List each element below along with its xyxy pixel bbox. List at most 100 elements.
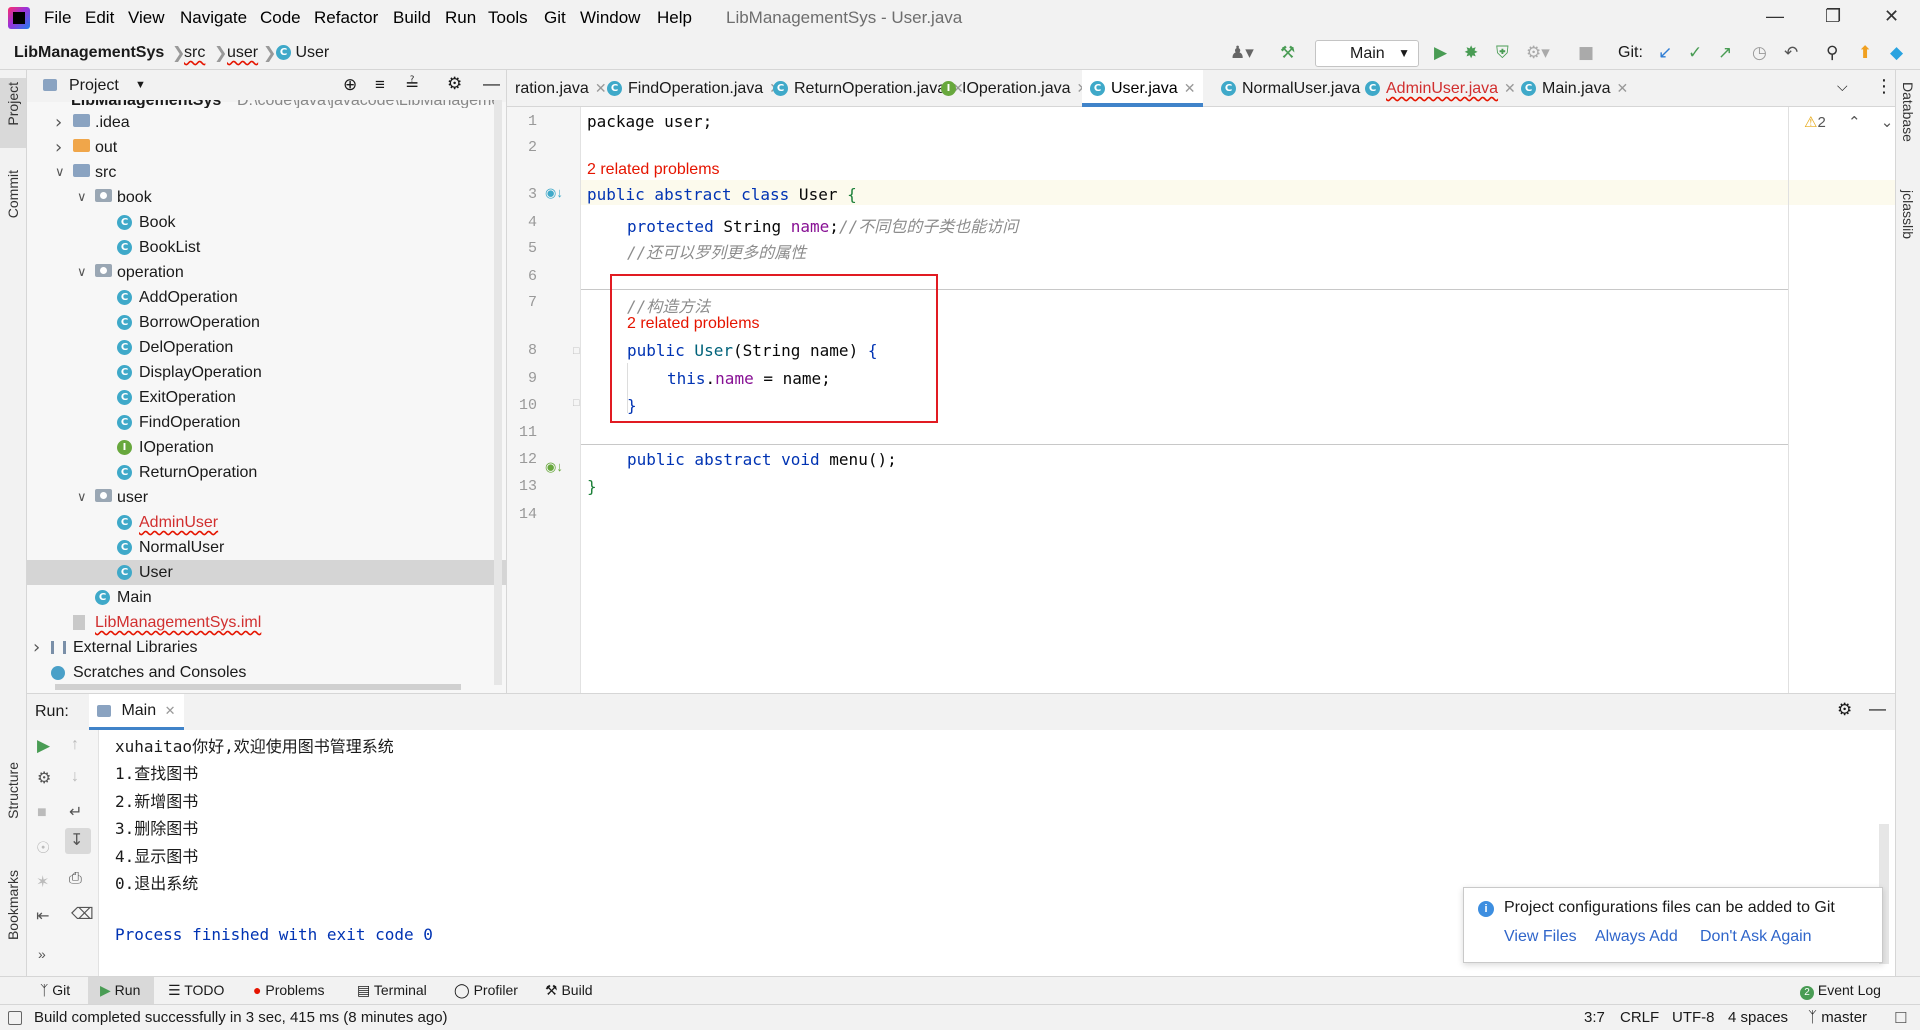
dont-ask-again-link[interactable]: Don't Ask Again bbox=[1700, 928, 1812, 946]
coverage-icon[interactable]: ⛨ bbox=[1496, 43, 1509, 63]
update-icon[interactable]: ⬆ bbox=[1858, 43, 1872, 63]
build-hammer-icon[interactable]: ⚒ bbox=[1280, 43, 1295, 63]
tool-run[interactable]: ▶ Run bbox=[100, 982, 140, 999]
search-icon[interactable]: ⚲ bbox=[1826, 43, 1838, 63]
chevron-down-icon[interactable]: ∨ bbox=[77, 185, 87, 210]
close-tab-icon[interactable]: ✕ bbox=[1184, 80, 1196, 96]
chevron-down-icon[interactable]: ∨ bbox=[77, 485, 87, 510]
tree-row[interactable]: C DelOperation bbox=[27, 335, 506, 360]
close-tab-icon[interactable]: ✕ bbox=[165, 703, 176, 718]
menu-file[interactable]: File bbox=[44, 8, 71, 28]
tree-row[interactable]: › out bbox=[27, 135, 506, 160]
chevron-right-icon[interactable]: › bbox=[55, 135, 62, 160]
wrench-icon[interactable]: ⚙ bbox=[37, 768, 51, 788]
git-update-icon[interactable]: ↙ bbox=[1658, 43, 1672, 63]
expand-all-icon[interactable]: ≡ bbox=[375, 75, 385, 95]
exit-icon[interactable]: ⇤ bbox=[36, 906, 49, 926]
status-message[interactable]: Build completed successfully in 3 sec, 4… bbox=[34, 1009, 448, 1026]
more-icon[interactable]: » bbox=[38, 946, 46, 962]
next-highlight-icon[interactable]: ⌄ bbox=[1881, 114, 1894, 131]
menu-build[interactable]: Build bbox=[393, 8, 431, 28]
tree-row[interactable]: C Book bbox=[27, 210, 506, 235]
tree-row[interactable]: ∨ book bbox=[27, 185, 506, 210]
menu-window[interactable]: Window bbox=[580, 8, 640, 28]
breadcrumb-class[interactable]: C User bbox=[276, 44, 329, 62]
implemented-marker-icon[interactable]: ◉↓ bbox=[545, 459, 563, 475]
tree-row[interactable]: C BookList bbox=[27, 235, 506, 260]
chevron-right-icon[interactable]: › bbox=[55, 110, 62, 135]
toggle-tool-windows-icon[interactable] bbox=[8, 1011, 22, 1025]
menu-run[interactable]: Run bbox=[445, 8, 476, 28]
related-problems-hint[interactable]: 2 related problems bbox=[587, 161, 720, 179]
tree-row[interactable]: Scratches and Consoles bbox=[27, 660, 506, 685]
tool-window-structure[interactable]: Structure bbox=[5, 762, 21, 819]
soft-wrap-icon[interactable]: ↵ bbox=[69, 802, 82, 822]
editor-tab[interactable]: C Main.java ✕ bbox=[1513, 70, 1636, 107]
hide-panel-icon[interactable]: — bbox=[483, 74, 500, 94]
minimize-icon[interactable]: — bbox=[1766, 6, 1784, 27]
breadcrumb-user[interactable]: user bbox=[227, 44, 258, 62]
editor-tab[interactable]: CFindOperation.java✕ bbox=[599, 70, 789, 107]
project-panel-title[interactable]: Project bbox=[69, 77, 119, 95]
caret-position[interactable]: 3:7 bbox=[1584, 1009, 1605, 1026]
tree-row[interactable]: C ReturnOperation bbox=[27, 460, 506, 485]
indent-setting[interactable]: 4 spaces bbox=[1728, 1009, 1788, 1026]
view-files-link[interactable]: View Files bbox=[1504, 928, 1577, 946]
fold-marker-icon[interactable]: □ bbox=[573, 345, 580, 357]
breadcrumb-project[interactable]: LibManagementSys bbox=[14, 44, 164, 62]
chevron-right-icon[interactable]: › bbox=[33, 635, 40, 660]
trash-icon[interactable]: ⌫ bbox=[71, 904, 94, 924]
restore-icon[interactable]: ❐ bbox=[1825, 6, 1841, 27]
tool-event-log[interactable]: 2 Event Log bbox=[1800, 982, 1881, 1000]
tree-row[interactable]: C NormalUser bbox=[27, 535, 506, 560]
debug-icon[interactable]: ✸ bbox=[1464, 43, 1478, 63]
tree-row[interactable]: ∨ src bbox=[27, 160, 506, 185]
menu-code[interactable]: Code bbox=[260, 8, 301, 28]
line-separator[interactable]: CRLF bbox=[1620, 1009, 1659, 1026]
toolbox-icon[interactable]: ◆ bbox=[1890, 43, 1903, 63]
always-add-link[interactable]: Always Add bbox=[1595, 928, 1678, 946]
tree-row[interactable]: C FindOperation bbox=[27, 410, 506, 435]
history-icon[interactable]: ◷ bbox=[1752, 43, 1767, 63]
stop-icon[interactable]: ■ bbox=[1578, 43, 1594, 63]
tool-terminal[interactable]: ▤ Terminal bbox=[357, 982, 427, 999]
editor-tab[interactable]: C AdminUser.java ✕ bbox=[1357, 70, 1524, 107]
git-commit-icon[interactable]: ✓ bbox=[1688, 43, 1702, 63]
menu-tools[interactable]: Tools bbox=[488, 8, 528, 28]
chevron-down-icon[interactable]: ∨ bbox=[77, 260, 87, 285]
tool-problems[interactable]: ● Problems bbox=[253, 982, 325, 998]
tree-row[interactable]: C AddOperation bbox=[27, 285, 506, 310]
tree-row[interactable]: C User bbox=[27, 560, 506, 585]
rollback-icon[interactable]: ↶ bbox=[1784, 43, 1798, 63]
file-encoding[interactable]: UTF-8 bbox=[1672, 1009, 1715, 1026]
run-tab-main[interactable]: Main ✕ bbox=[89, 694, 184, 730]
tool-window-project[interactable]: Project bbox=[5, 82, 21, 126]
tree-row[interactable]: I IOperation bbox=[27, 435, 506, 460]
tool-git[interactable]: ᛉ Git bbox=[40, 982, 70, 998]
scroll-to-end-icon[interactable]: ↧ bbox=[70, 830, 83, 850]
tool-profiler[interactable]: ◯ Profiler bbox=[454, 982, 518, 999]
tree-scrollbar[interactable] bbox=[494, 100, 502, 685]
rerun-icon[interactable]: ▶ bbox=[37, 736, 50, 756]
close-window-icon[interactable]: ✕ bbox=[1884, 6, 1899, 27]
chevron-down-icon[interactable]: ∨ bbox=[55, 160, 65, 185]
tool-window-database[interactable]: Database bbox=[1900, 82, 1916, 142]
inspection-widget[interactable]: ⚠2 ⌃ ⌄ bbox=[1804, 113, 1893, 131]
locate-icon[interactable]: ⊕ bbox=[343, 75, 357, 95]
git-branch[interactable]: ᛉ master bbox=[1808, 1009, 1867, 1026]
tree-row[interactable]: ∨ user bbox=[27, 485, 506, 510]
more-options-icon[interactable]: ⋮ bbox=[1875, 76, 1893, 97]
profile-icon[interactable]: ⚙▾ bbox=[1526, 43, 1550, 63]
git-push-icon[interactable]: ↗ bbox=[1718, 43, 1732, 63]
gear-icon[interactable]: ⚙ bbox=[1837, 700, 1852, 720]
tool-build[interactable]: ⚒ Build bbox=[545, 982, 593, 999]
editor-tab[interactable]: C User.java ✕ bbox=[1082, 70, 1204, 107]
tool-todo[interactable]: ☰ TODO bbox=[168, 982, 224, 999]
tree-row[interactable]: ∨ operation bbox=[27, 260, 506, 285]
tool-window-commit[interactable]: Commit bbox=[5, 170, 21, 218]
tree-row[interactable]: C Main bbox=[27, 585, 506, 610]
tree-row-root[interactable]: LibManagementSys D:\code\java\javacode\L… bbox=[27, 100, 506, 108]
breadcrumb-src[interactable]: src bbox=[184, 44, 205, 62]
tree-horizontal-scrollbar[interactable] bbox=[55, 684, 461, 690]
run-configuration-select[interactable]: Main ▼ bbox=[1315, 40, 1419, 67]
